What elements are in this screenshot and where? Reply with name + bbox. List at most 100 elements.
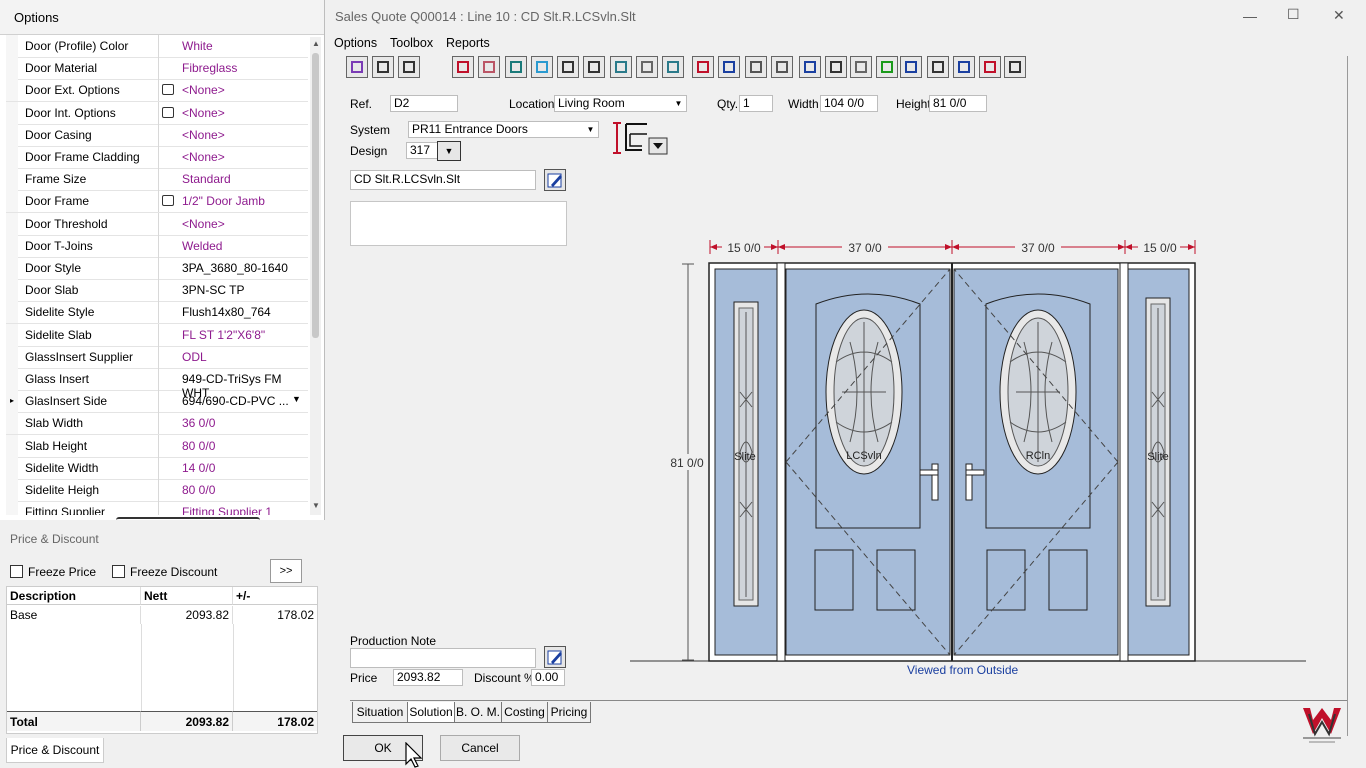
tab-costing[interactable]: Costing: [501, 702, 548, 723]
options-dialog-icon[interactable]: [162, 195, 174, 207]
row-selector[interactable]: [6, 412, 18, 435]
property-value[interactable]: ODL: [182, 350, 207, 364]
freeze-price-checkbox[interactable]: [10, 565, 23, 578]
mullion-tool-button[interactable]: [505, 56, 527, 78]
property-row[interactable]: Slab Width 36 0/0: [6, 412, 308, 436]
property-value[interactable]: 3PA_3680_80-1640: [182, 261, 288, 275]
row-selector[interactable]: [6, 345, 18, 368]
rotate-tool-button[interactable]: [825, 56, 847, 78]
property-value[interactable]: 1/2" Door Jamb: [182, 194, 265, 208]
align2-tool-button[interactable]: [771, 56, 793, 78]
width-input[interactable]: 104 0/0: [820, 95, 878, 112]
property-value[interactable]: White: [182, 39, 213, 53]
property-grid-scrollbar[interactable]: ▲ ▼: [310, 37, 321, 515]
property-row[interactable]: Fitting Supplier Fitting Supplier 1: [6, 501, 308, 515]
tag-tool-button[interactable]: [900, 56, 922, 78]
exit-tool-button[interactable]: [1004, 56, 1026, 78]
wizard-tool-button[interactable]: [346, 56, 368, 78]
row-selector[interactable]: [6, 479, 18, 501]
chevron-down-icon[interactable]: ▼: [584, 123, 597, 136]
price-input[interactable]: 2093.82: [393, 669, 463, 686]
property-row[interactable]: GlassInsert Supplier ODL: [6, 345, 308, 369]
ref-input[interactable]: D2: [390, 95, 458, 112]
item-name-input[interactable]: CD Slt.R.LCSvln.Slt: [350, 170, 536, 190]
expand-button[interactable]: >>: [270, 559, 302, 583]
property-row[interactable]: ▸ GlasInsert Side 694/690-CD-PVC ... ▼: [6, 390, 308, 414]
property-row[interactable]: Door Ext. Options <None>: [6, 79, 308, 103]
measure-tool-button[interactable]: [850, 56, 872, 78]
freeze-discount-checkbox[interactable]: [112, 565, 125, 578]
tab-price-discount[interactable]: Price & Discount: [6, 738, 104, 763]
insert2-tool-button[interactable]: [478, 56, 500, 78]
property-value[interactable]: FL ST 1'2"X6'8": [182, 328, 265, 342]
undo-tool-button[interactable]: [718, 56, 740, 78]
property-row[interactable]: Glass Insert 949-CD-TriSys FM WHT: [6, 368, 308, 400]
row-selector[interactable]: [6, 35, 18, 57]
row-selector[interactable]: [6, 257, 18, 279]
property-row[interactable]: Door Style 3PA_3680_80-1640: [6, 257, 308, 280]
minimize-button[interactable]: —: [1243, 8, 1257, 24]
property-value[interactable]: 694/690-CD-PVC ...: [182, 394, 289, 408]
property-value[interactable]: Fitting Supplier 1: [182, 505, 272, 515]
left-sidelite[interactable]: Slite: [714, 268, 778, 656]
list-tool-button[interactable]: [583, 56, 605, 78]
panel-splitter[interactable]: [116, 517, 260, 523]
insert-tool-button[interactable]: [452, 56, 474, 78]
height-input[interactable]: 81 0/0: [929, 95, 987, 112]
row-selector[interactable]: [6, 323, 18, 346]
picture-tool-button[interactable]: [979, 56, 1001, 78]
row-selector[interactable]: [6, 434, 18, 457]
property-row[interactable]: Sidelite Heigh 80 0/0: [6, 479, 308, 502]
right-door-panel[interactable]: RCln: [953, 268, 1119, 656]
row-selector[interactable]: [6, 301, 18, 324]
row-selector[interactable]: [6, 168, 18, 191]
property-row[interactable]: Door Threshold <None>: [6, 212, 308, 236]
production-note-input[interactable]: [350, 648, 536, 668]
property-value[interactable]: Welded: [182, 239, 222, 253]
row-selector[interactable]: [6, 123, 18, 146]
lock-tool-button[interactable]: [557, 56, 579, 78]
property-value[interactable]: <None>: [182, 106, 225, 120]
menu-options[interactable]: Options: [334, 36, 377, 50]
property-value[interactable]: 14 0/0: [182, 461, 215, 475]
property-row[interactable]: Door Slab 3PN-SC TP: [6, 279, 308, 303]
property-value[interactable]: 3PN-SC TP: [182, 283, 244, 297]
options-dialog-icon[interactable]: [162, 106, 174, 118]
tab-bom[interactable]: B. O. M.: [454, 702, 502, 723]
property-value[interactable]: <None>: [182, 128, 225, 142]
add-tool-button[interactable]: [876, 56, 898, 78]
grid-tool-button[interactable]: [372, 56, 394, 78]
edit-name-button[interactable]: [544, 169, 566, 191]
property-row[interactable]: Door Int. Options <None>: [6, 101, 308, 125]
row-selector[interactable]: [6, 190, 18, 213]
property-row[interactable]: Frame Size Standard: [6, 168, 308, 192]
options-dialog-icon[interactable]: [162, 84, 174, 96]
property-row[interactable]: Door Material Fibreglass: [6, 57, 308, 81]
property-value[interactable]: Flush14x80_764: [182, 305, 271, 319]
design-input[interactable]: 317: [406, 142, 438, 159]
property-row[interactable]: Door (Profile) Color White: [6, 35, 308, 58]
property-row[interactable]: Door Casing <None>: [6, 123, 308, 147]
property-row[interactable]: Door Frame Cladding <None>: [6, 146, 308, 169]
design-dropdown-button[interactable]: ▼: [437, 141, 461, 161]
panel2-tool-button[interactable]: [662, 56, 684, 78]
qty-input[interactable]: 1: [739, 95, 773, 112]
split-tool-button[interactable]: [398, 56, 420, 78]
table-tool-button[interactable]: [927, 56, 949, 78]
tab-solution[interactable]: Solution: [407, 702, 455, 723]
edit-note-button[interactable]: [544, 646, 566, 668]
chevron-down-icon[interactable]: ▼: [672, 97, 685, 110]
maximize-button[interactable]: ☐: [1287, 6, 1300, 23]
tab-pricing[interactable]: Pricing: [547, 702, 591, 723]
row-selector[interactable]: [6, 146, 18, 168]
glass-tool-button[interactable]: [531, 56, 553, 78]
row-selector[interactable]: ▸: [6, 390, 18, 413]
property-value[interactable]: <None>: [182, 83, 225, 97]
scroll-down-icon[interactable]: ▼: [312, 501, 320, 510]
property-value[interactable]: Fibreglass: [182, 61, 237, 75]
property-value[interactable]: 36 0/0: [182, 416, 215, 430]
property-row[interactable]: Sidelite Style Flush14x80_764: [6, 301, 308, 325]
row-selector[interactable]: [6, 57, 18, 80]
close-button[interactable]: ✕: [1333, 7, 1345, 24]
property-row[interactable]: Slab Height 80 0/0: [6, 434, 308, 458]
